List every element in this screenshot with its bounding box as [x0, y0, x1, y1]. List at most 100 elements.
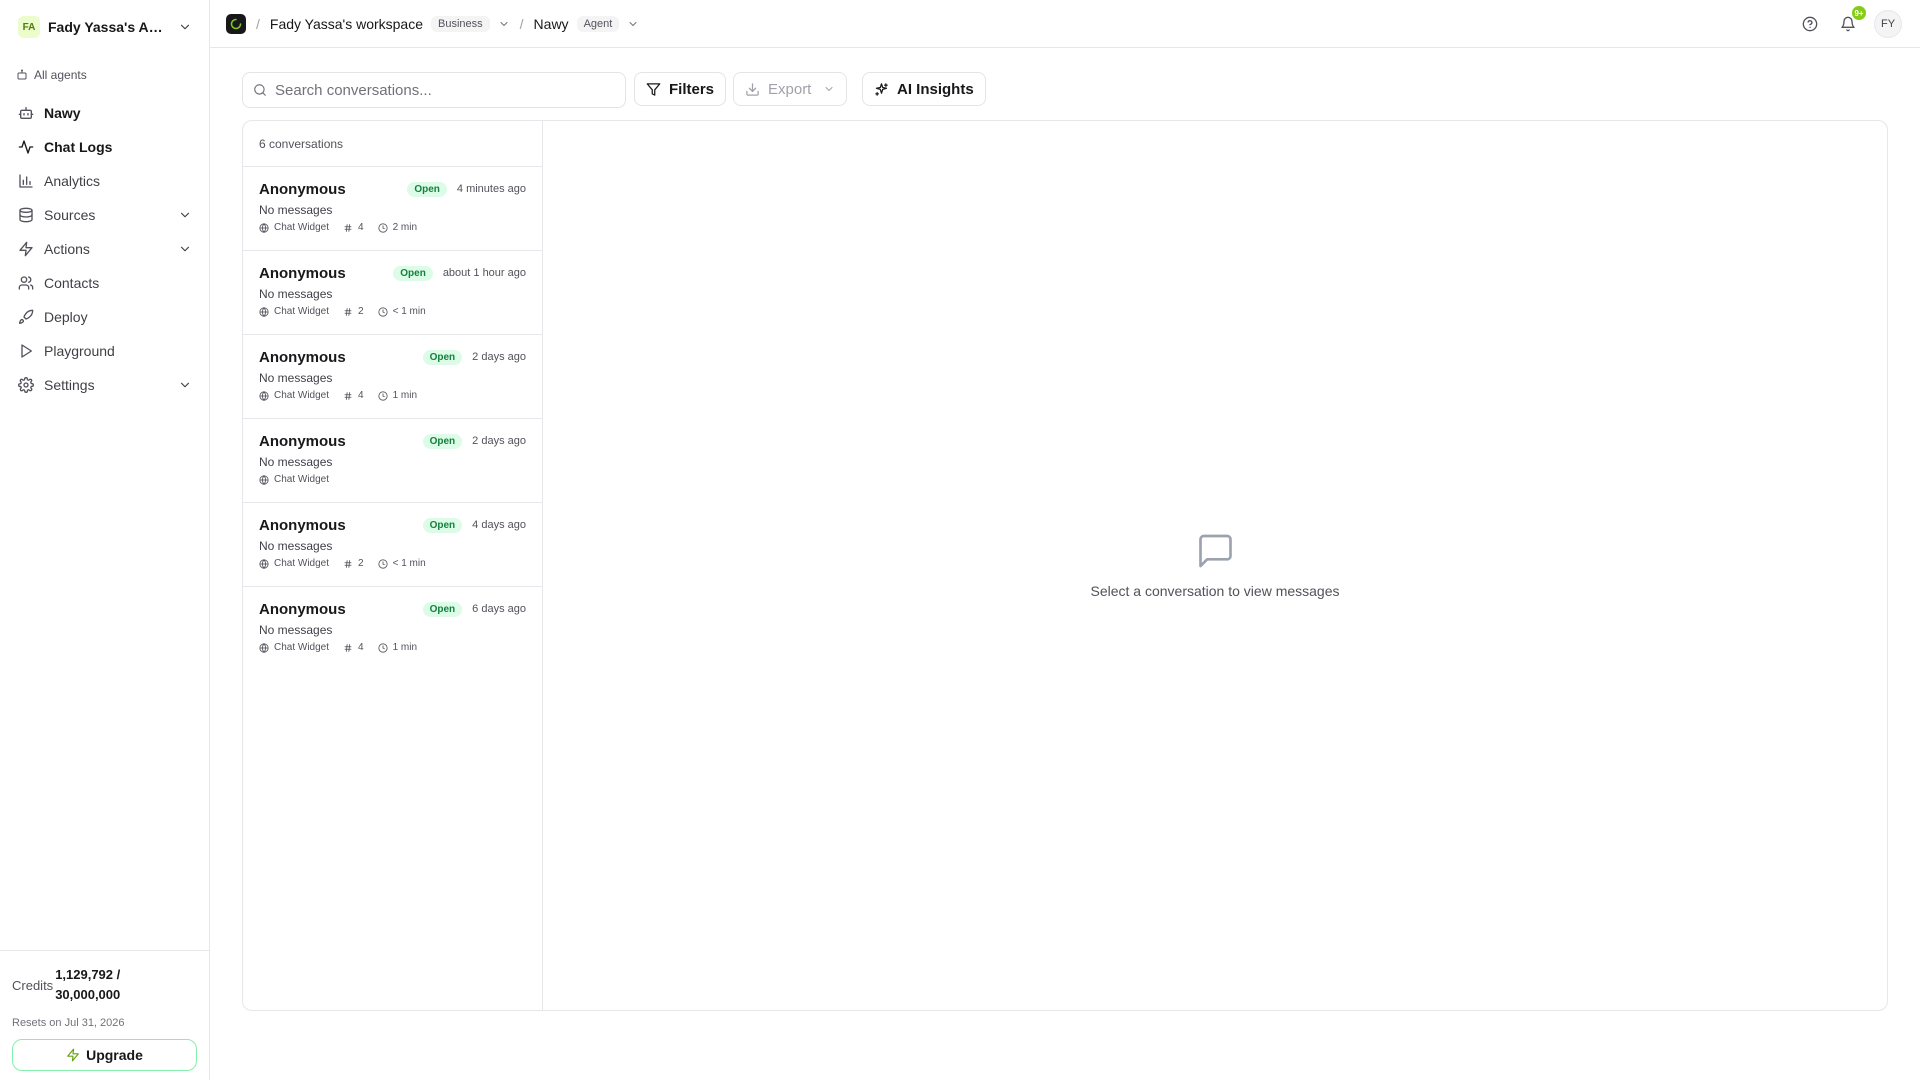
sidebar-item-label: Actions: [44, 241, 90, 257]
users-icon: [18, 275, 34, 291]
list-item[interactable]: Anonymous Open 2 days ago No messages Ch…: [243, 419, 542, 503]
globe-icon: [259, 474, 269, 485]
gear-icon: [18, 377, 34, 393]
zap-icon: [66, 1048, 80, 1062]
chevron-down-icon[interactable]: [498, 18, 510, 30]
bell-icon[interactable]: 9+: [1836, 6, 1866, 36]
list-item[interactable]: Anonymous Open about 1 hour ago No messa…: [243, 251, 542, 335]
bot-icon: [16, 69, 28, 81]
conversation-preview: No messages: [259, 203, 333, 217]
rocket-icon: [18, 309, 34, 325]
conversation-time: 2 days ago: [472, 351, 526, 363]
workspace-plan-badge: Business: [431, 15, 490, 32]
conversation-duration: 1 min: [392, 642, 418, 653]
conversation-time: 4 days ago: [472, 519, 526, 531]
top-right-actions: 9+ FY: [1798, 6, 1902, 38]
sidebar-item-playground[interactable]: Playground: [12, 334, 198, 368]
clock-icon: [378, 306, 388, 317]
breadcrumb-agent[interactable]: Nawy: [534, 16, 569, 32]
conversation-meta: Chat Widget 2 < 1 min: [259, 306, 526, 317]
export-button[interactable]: Export: [733, 72, 848, 106]
empty-state: Select a conversation to view messages: [1090, 531, 1340, 599]
credits-value: 1,129,792 / 30,000,000: [55, 967, 121, 1002]
chevron-down-icon[interactable]: [627, 18, 639, 30]
conversation-duration: < 1 min: [392, 558, 426, 569]
hash-icon: [343, 391, 353, 401]
list-item[interactable]: Anonymous Open 2 days ago No messages Ch…: [243, 335, 542, 419]
hash-icon: [343, 559, 353, 569]
play-icon: [18, 343, 34, 359]
ai-insights-button[interactable]: AI Insights: [862, 72, 986, 106]
agent-tag-badge: Agent: [576, 15, 620, 32]
message-count: 4: [358, 390, 364, 401]
clock-icon: [378, 642, 388, 653]
bar-chart-icon: [18, 173, 34, 189]
conversation-preview: No messages: [259, 371, 333, 385]
filters-label: Filters: [669, 80, 715, 98]
credits-label: Credits: [12, 977, 54, 993]
filter-icon: [646, 82, 661, 97]
credits-section: Credits 1,129,792 / 30,000,000 Resets on…: [0, 950, 209, 1080]
breadcrumb-separator: /: [519, 15, 524, 32]
all-agents-link[interactable]: All agents: [16, 68, 87, 82]
activity-icon: [18, 139, 34, 155]
clock-icon: [378, 222, 388, 233]
conversation-count: 6 conversations: [243, 121, 542, 167]
conversation-list: 6 conversations Anonymous Open 4 minutes…: [243, 121, 543, 1010]
upgrade-button[interactable]: Upgrade: [12, 1039, 197, 1071]
search-icon: [253, 83, 267, 97]
sidebar-item-label: Sources: [44, 207, 96, 223]
conversation-time: about 1 hour ago: [442, 267, 526, 279]
sidebar-item-contacts[interactable]: Contacts: [12, 266, 198, 300]
credits-reset-date: Resets on Jul 31, 2026: [12, 1017, 125, 1029]
status-badge: Open: [422, 349, 463, 365]
filters-button[interactable]: Filters: [634, 72, 727, 106]
sidebar-item-label: Settings: [44, 377, 95, 393]
conversation-source: Chat Widget: [274, 642, 330, 653]
conversation-name: Anonymous: [259, 600, 346, 618]
sidebar-item-settings[interactable]: Settings: [12, 368, 198, 402]
sidebar-item-label: Nawy: [44, 105, 81, 121]
bot-icon: [18, 105, 34, 121]
account-switcher[interactable]: FA Fady Yassa's Acc...: [12, 12, 198, 42]
sidebar-item-sources[interactable]: Sources: [12, 198, 198, 232]
list-item[interactable]: Anonymous Open 4 days ago No messages Ch…: [243, 503, 542, 587]
breadcrumb-workspace[interactable]: Fady Yassa's workspace: [270, 16, 423, 32]
upgrade-label: Upgrade: [86, 1047, 143, 1063]
empty-state-text: Select a conversation to view messages: [1090, 583, 1340, 599]
help-icon[interactable]: [1798, 12, 1822, 36]
sidebar-item-analytics[interactable]: Analytics: [12, 164, 198, 198]
sidebar-item-deploy[interactable]: Deploy: [12, 300, 198, 334]
search-box: [242, 72, 626, 108]
breadcrumb-separator: /: [256, 15, 260, 32]
user-avatar[interactable]: FY: [1874, 10, 1902, 38]
list-item[interactable]: Anonymous Open 6 days ago No messages Ch…: [243, 587, 542, 671]
sidebar-item-label: Deploy: [44, 309, 88, 325]
list-item[interactable]: Anonymous Open 4 minutes ago No messages…: [243, 167, 542, 251]
globe-icon: [259, 306, 269, 317]
conversation-source: Chat Widget: [274, 390, 330, 401]
chevron-down-icon: [178, 242, 192, 256]
app-logo[interactable]: [226, 13, 246, 34]
message-square-icon: [1195, 531, 1235, 571]
sidebar-nav: Nawy Chat Logs Analytics Sources Actions…: [12, 96, 198, 402]
sidebar-item-nawy[interactable]: Nawy: [12, 96, 198, 130]
conversation-meta: Chat Widget 2 < 1 min: [259, 558, 526, 569]
sidebar: FA Fady Yassa's Acc... All agents Nawy C…: [0, 0, 210, 1080]
conversation-name: Anonymous: [259, 432, 346, 450]
conversation-preview: No messages: [259, 539, 333, 553]
conversation-duration: 2 min: [392, 222, 418, 233]
conversation-duration: 1 min: [392, 390, 418, 401]
chevron-down-icon: [178, 378, 192, 392]
search-input[interactable]: [275, 81, 615, 99]
sidebar-item-chat-logs[interactable]: Chat Logs: [12, 130, 198, 164]
conversation-name: Anonymous: [259, 348, 346, 366]
clock-icon: [378, 390, 388, 401]
status-badge: Open: [422, 433, 463, 449]
conversation-meta: Chat Widget 4 1 min: [259, 390, 526, 401]
chevron-down-icon: [178, 208, 192, 222]
chevron-down-icon: [178, 20, 192, 34]
hash-icon: [343, 643, 353, 653]
account-avatar: FA: [18, 16, 40, 38]
sidebar-item-actions[interactable]: Actions: [12, 232, 198, 266]
